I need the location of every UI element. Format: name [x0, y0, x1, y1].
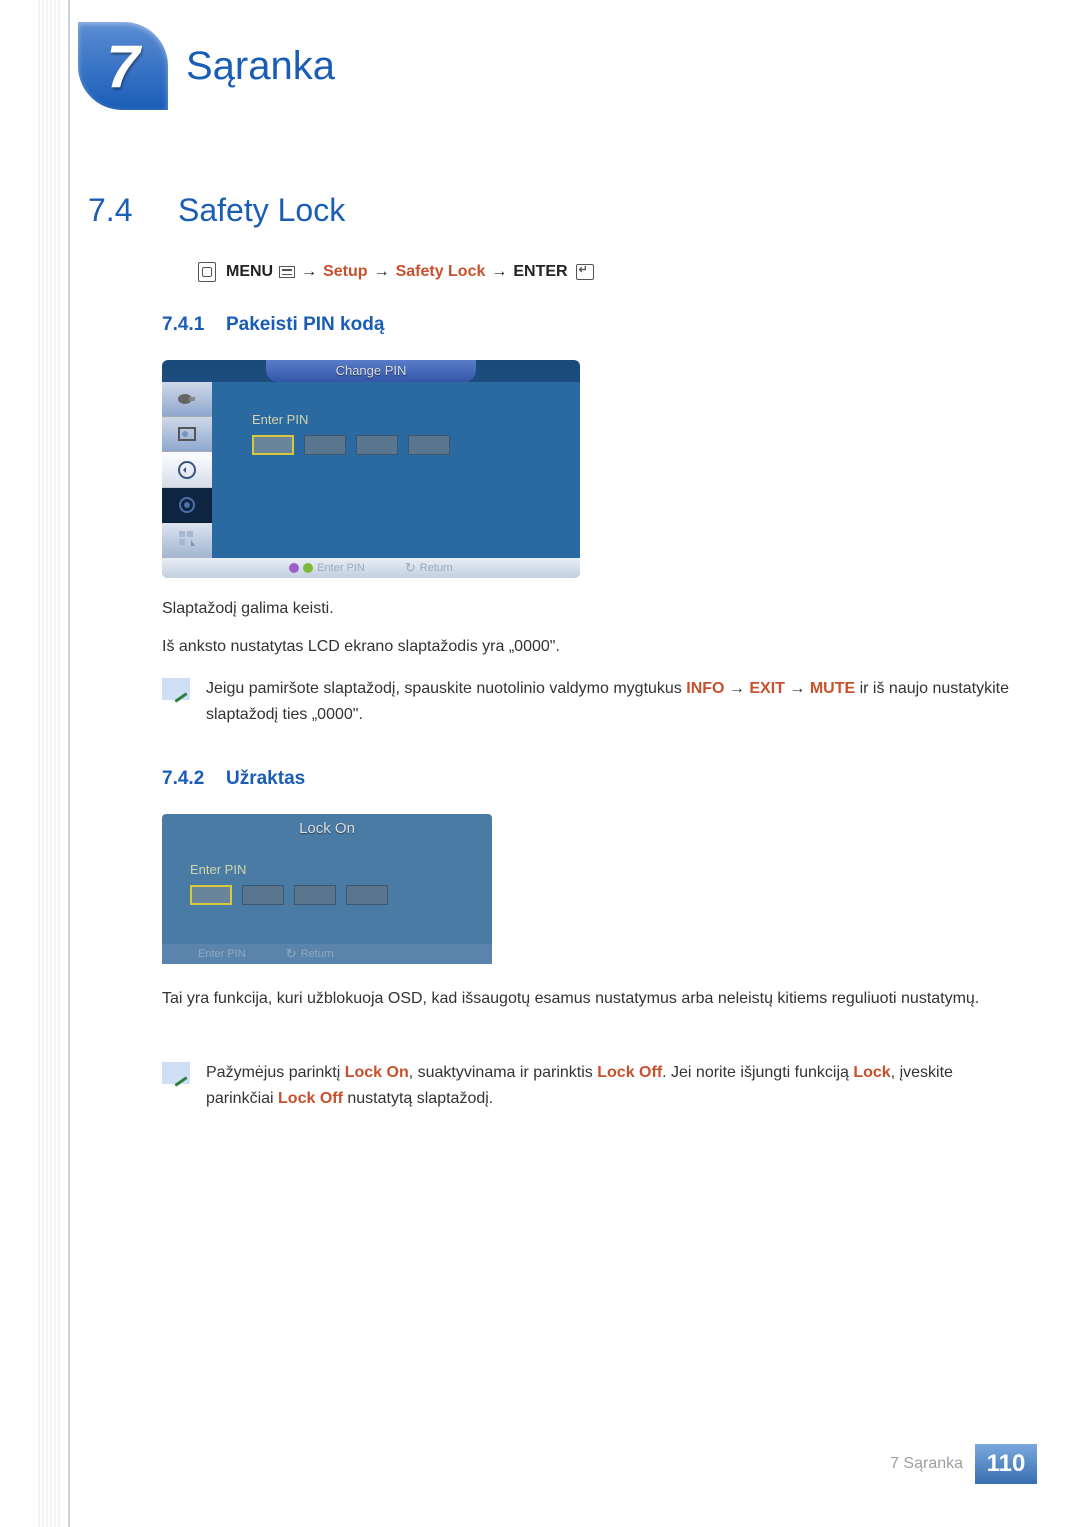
subsection-1-title: Pakeisti PIN kodą: [226, 314, 384, 336]
osd1-pin-boxes: [252, 435, 560, 455]
subsection-1-number: 7.4.1: [162, 314, 226, 336]
subsection-2-title: Užraktas: [226, 768, 305, 790]
osd2-body: Enter PIN: [190, 862, 388, 905]
note2-lockoff2: Lock Off: [278, 1090, 343, 1107]
return-icon: [286, 946, 297, 962]
note1-arrow2: →: [785, 680, 810, 697]
paragraph-2: Iš anksto nustatytas LCD ekrano slaptažo…: [162, 634, 560, 660]
document-page: 7 Sąranka 7.4 Safety Lock MENU → Setup →…: [0, 0, 1080, 1527]
osd2-footer-return: Return: [286, 946, 334, 962]
osd1-footer-return: Return: [405, 560, 453, 576]
note1-arrow1: →: [724, 680, 749, 697]
left-margin-rule: [68, 0, 70, 1527]
note-icon: [162, 678, 190, 700]
osd1-title: Change PIN: [266, 360, 476, 382]
chapter-title: Sąranka: [186, 44, 335, 89]
osd2-enter-pin-label: Enter PIN: [190, 862, 388, 877]
bc-arrow3: →: [491, 263, 507, 281]
subsection-1-heading: 7.4.1 Pakeisti PIN kodą: [162, 314, 384, 336]
osd2-pin-box-1: [190, 885, 232, 905]
section-number: 7.4: [88, 192, 178, 229]
subsection-2-heading: 7.4.2 Užraktas: [162, 768, 305, 790]
enter-icon: [576, 264, 594, 280]
chapter-header: 7 Sąranka: [78, 22, 335, 110]
note-1: Jeigu pamiršote slaptažodį, spauskite nu…: [162, 676, 1020, 727]
osd1-enter-pin-label: Enter PIN: [252, 412, 560, 427]
return-icon: [405, 560, 416, 576]
osd2-title: Lock On: [299, 820, 355, 837]
page-footer: 7 Sąranka 110: [890, 1444, 1037, 1484]
subsection-2-number: 7.4.2: [162, 768, 226, 790]
osd2-pin-box-2: [242, 885, 284, 905]
osd-change-pin-screenshot: Change PIN Enter PIN: [162, 360, 580, 578]
decoration-stripes: [38, 0, 62, 1527]
note2-lockoff1: Lock Off: [597, 1064, 662, 1081]
page-number: 110: [975, 1444, 1037, 1484]
osd2-footer-enter: Enter PIN: [190, 948, 246, 960]
osd1-sidebar: [162, 382, 212, 558]
osd1-footer: Enter PIN Return: [162, 558, 580, 578]
note2-m1: , suaktyvinama ir parinktis: [409, 1064, 598, 1081]
note2-lockon: Lock On: [345, 1064, 409, 1081]
osd1-side-setup-icon: [162, 488, 212, 523]
note2-prefix: Pažymėjus parinktį: [206, 1064, 345, 1081]
osd2-footer-return-text: Return: [301, 948, 334, 960]
note-2-text: Pažymėjus parinktį Lock On, suaktyvinama…: [206, 1060, 1020, 1111]
osd1-side-picture-icon: [162, 417, 212, 452]
footer-chapter-label: 7 Sąranka: [890, 1455, 963, 1473]
osd1-main: Enter PIN: [212, 382, 580, 558]
chapter-number: 7: [106, 32, 139, 101]
bc-enter: ENTER: [513, 263, 567, 281]
osd1-pin-box-3: [356, 435, 398, 455]
paragraph-1: Slaptažodį galima keisti.: [162, 596, 334, 622]
chapter-badge: 7: [78, 22, 168, 110]
bc-menu: MENU: [226, 263, 273, 281]
bc-safety-lock: Safety Lock: [396, 263, 486, 281]
note2-m2: . Jei norite išjungti funkciją: [662, 1064, 853, 1081]
osd2-pin-box-4: [346, 885, 388, 905]
bc-arrow1: →: [301, 263, 317, 281]
note1-exit: EXIT: [749, 680, 785, 697]
section-heading: 7.4 Safety Lock: [88, 192, 345, 229]
menu-path-breadcrumb: MENU → Setup → Safety Lock → ENTER: [198, 262, 594, 282]
osd-lock-on-screenshot: Lock On Enter PIN Enter PIN Return: [162, 814, 492, 964]
bc-setup: Setup: [323, 263, 367, 281]
paragraph-3: Tai yra funkcija, kuri užblokuoja OSD, k…: [162, 986, 1020, 1012]
note2-lock: Lock: [853, 1064, 890, 1081]
osd1-footer-return-text: Return: [420, 562, 453, 574]
note1-prefix: Jeigu pamiršote slaptažodį, spauskite nu…: [206, 680, 686, 697]
note2-suffix: nustatytą slaptažodį.: [343, 1090, 493, 1107]
remote-icon: [198, 262, 216, 282]
osd1-footer-enter-text: Enter PIN: [317, 562, 365, 574]
osd1-pin-box-1: [252, 435, 294, 455]
note1-mute: MUTE: [810, 680, 855, 697]
purple-dot-icon: [289, 563, 299, 573]
note-1-text: Jeigu pamiršote slaptažodį, spauskite nu…: [206, 676, 1020, 727]
section-title: Safety Lock: [178, 192, 345, 229]
osd2-footer: Enter PIN Return: [162, 944, 492, 964]
bc-arrow2: →: [374, 263, 390, 281]
osd1-side-multi-icon: [162, 523, 212, 558]
note-icon: [162, 1062, 190, 1084]
green-dot-icon: [303, 563, 313, 573]
menu-bars-icon: [279, 266, 295, 278]
osd1-pin-box-2: [304, 435, 346, 455]
osd2-pin-box-3: [294, 885, 336, 905]
note-2: Pažymėjus parinktį Lock On, suaktyvinama…: [162, 1060, 1020, 1111]
osd1-footer-enter: Enter PIN: [289, 562, 365, 574]
osd1-side-input-icon: [162, 382, 212, 417]
osd2-footer-enter-text: Enter PIN: [198, 948, 246, 960]
note1-info: INFO: [686, 680, 724, 697]
osd1-side-sound-icon: [162, 452, 212, 487]
osd1-pin-box-4: [408, 435, 450, 455]
osd2-pin-boxes: [190, 885, 388, 905]
